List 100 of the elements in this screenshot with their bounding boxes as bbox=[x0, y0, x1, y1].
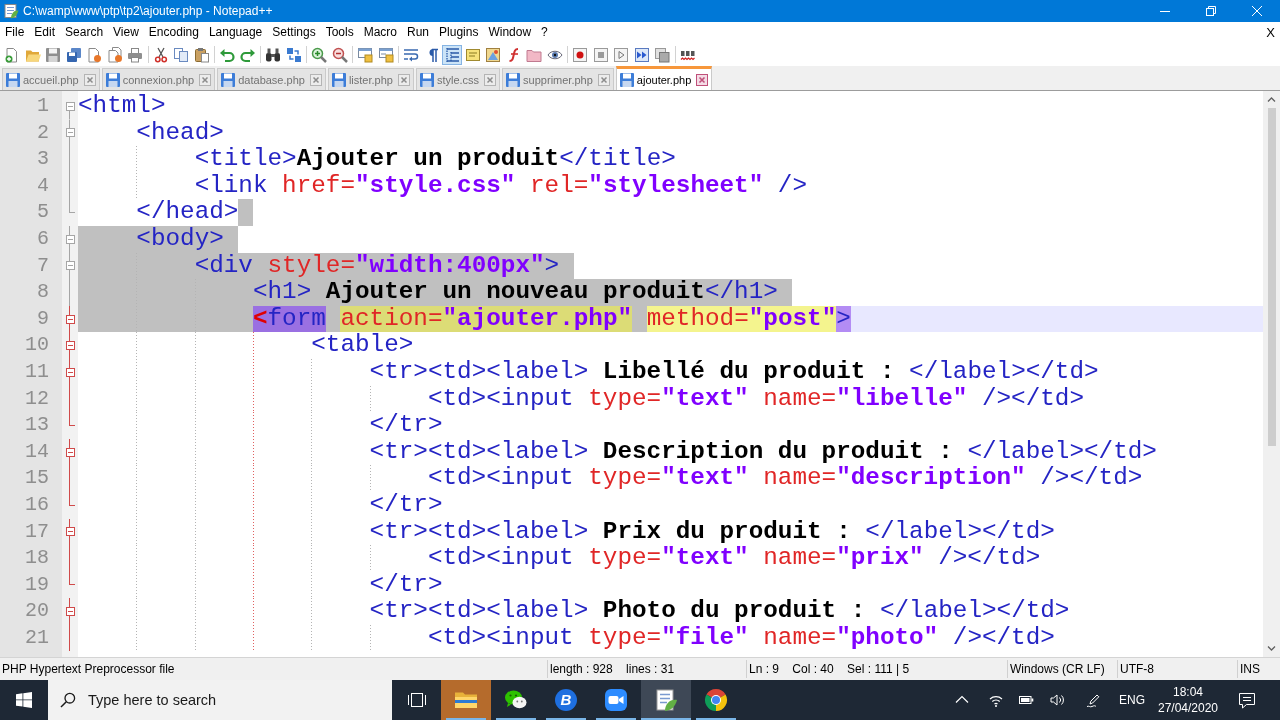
vertical-scrollbar[interactable] bbox=[1263, 91, 1280, 657]
line-number: 21 bbox=[25, 625, 49, 649]
menu-item[interactable]: Tools bbox=[320, 24, 359, 41]
line-number: 6 bbox=[37, 226, 49, 250]
menu-item[interactable]: Macro bbox=[358, 24, 402, 41]
line-number: 10 bbox=[25, 333, 49, 357]
caret-position-label: Ln : 9 Col : 40 Sel : 111 | 5 bbox=[749, 662, 910, 676]
fold-minus-icon[interactable] bbox=[65, 101, 75, 111]
line-number: 3 bbox=[37, 147, 49, 171]
line-number: 4 bbox=[37, 173, 49, 197]
tab[interactable]: database.php bbox=[217, 68, 326, 90]
clock-date[interactable]: 27/04/2020 bbox=[1157, 700, 1219, 716]
menu-item[interactable]: Run bbox=[402, 24, 435, 41]
code-line: <head> bbox=[135, 119, 224, 147]
letter-logo: B bbox=[555, 689, 577, 711]
code-line: <title>Ajouter un produit</title> bbox=[78, 146, 676, 173]
window-title: C:\wamp\www\ptp\tp2\ajouter.php - Notepad++ bbox=[23, 4, 274, 18]
notification-icon[interactable] bbox=[1238, 691, 1256, 709]
fold-minus-icon[interactable] bbox=[65, 341, 75, 351]
fold-minus-icon[interactable] bbox=[65, 527, 75, 537]
windows-logo-icon[interactable] bbox=[16, 692, 32, 708]
menu-item[interactable]: Language bbox=[203, 24, 268, 41]
indent-guide-icon[interactable] bbox=[442, 44, 463, 65]
line-number: 2 bbox=[37, 120, 49, 144]
code-line: </tr> bbox=[78, 491, 443, 519]
line-number: 8 bbox=[37, 280, 49, 304]
clock-time[interactable]: 18:04 bbox=[1173, 684, 1203, 700]
tab[interactable]: connexion.php bbox=[101, 68, 216, 90]
taskbar-button[interactable] bbox=[641, 680, 691, 720]
line-number: 11 bbox=[25, 359, 49, 383]
fold-minus-icon[interactable] bbox=[65, 367, 75, 377]
code-line: <tr><td><label> Photo du produit : </label></td> bbox=[78, 598, 1070, 625]
code-line: <h1> Ajouter un nouveau produit</h1> bbox=[78, 279, 793, 306]
fold-minus-icon[interactable] bbox=[65, 607, 75, 617]
search-field[interactable]: Type here to search bbox=[48, 680, 392, 720]
tab-close-icon[interactable] bbox=[597, 73, 610, 86]
code-line: <tr><td><label> Libellé du produit : </label></td> bbox=[78, 358, 1099, 386]
menu-item[interactable]: Edit bbox=[29, 24, 61, 41]
code-line: <tr><td><label> Description du produit : </label></td> bbox=[78, 438, 1157, 466]
pen-icon[interactable] bbox=[1086, 692, 1102, 708]
menu-item[interactable]: File bbox=[0, 24, 30, 41]
fold-minus-icon[interactable] bbox=[65, 314, 75, 324]
line-number: 15 bbox=[25, 466, 49, 490]
notepad-icon bbox=[3, 3, 19, 19]
code-line: <html> bbox=[78, 93, 166, 120]
scrollbar-thumb[interactable] bbox=[1267, 108, 1276, 446]
line-number: 17 bbox=[25, 519, 49, 543]
code-line: </tr> bbox=[78, 571, 443, 599]
line-number: 1 bbox=[37, 94, 49, 117]
notepad-icon bbox=[654, 688, 678, 712]
tab[interactable]: supprimer.php bbox=[502, 68, 614, 90]
code-line: <td><input type="text" name="prix" /></td> bbox=[78, 545, 1041, 572]
tab-close-icon[interactable] bbox=[199, 73, 212, 86]
line-number: 12 bbox=[25, 386, 49, 410]
line-number: 9 bbox=[37, 306, 49, 330]
tab[interactable]: style.css bbox=[415, 68, 501, 90]
search-icon bbox=[60, 692, 76, 708]
tab-close-icon[interactable] bbox=[309, 73, 322, 86]
line-number: 7 bbox=[37, 253, 49, 277]
fold-minus-icon[interactable] bbox=[65, 261, 75, 271]
code-line: </head> bbox=[78, 199, 253, 226]
fold-minus-icon[interactable] bbox=[65, 447, 75, 457]
input-language-label[interactable]: ENG bbox=[1119, 693, 1145, 707]
line-number: 18 bbox=[25, 546, 49, 570]
encoding-label: UTF-8 bbox=[1120, 662, 1154, 676]
line-ending-label: Windows (CR LF) bbox=[1010, 662, 1105, 676]
line-number: 19 bbox=[25, 572, 49, 596]
tab-close-icon[interactable] bbox=[696, 73, 709, 86]
tab-close-icon[interactable] bbox=[484, 73, 497, 86]
line-number: 20 bbox=[25, 599, 49, 623]
line-number: 13 bbox=[25, 413, 49, 437]
menu-item[interactable]: Settings bbox=[267, 24, 321, 41]
browser-icon bbox=[704, 688, 728, 712]
code-line: </tr> bbox=[78, 412, 443, 439]
menu-item[interactable]: Search bbox=[60, 24, 109, 41]
code-line: <form action="ajouter.php" method="post"> bbox=[78, 305, 851, 333]
line-number: 14 bbox=[25, 439, 49, 463]
close-icon bbox=[1252, 6, 1262, 16]
speaker-icon[interactable] bbox=[1049, 692, 1065, 708]
task-view-icon[interactable] bbox=[406, 692, 427, 708]
code-line: <tr><td><label> Prix du produit : </label></td> bbox=[78, 518, 1055, 546]
tab[interactable]: ajouter.php bbox=[615, 66, 713, 90]
tab-close-icon[interactable] bbox=[83, 73, 96, 86]
tab-close-icon[interactable] bbox=[397, 73, 410, 86]
menu-item[interactable]: Plugins bbox=[434, 24, 484, 41]
tab[interactable]: accueil.php bbox=[2, 68, 100, 90]
fold-minus-icon[interactable] bbox=[65, 234, 75, 244]
document-length-label: length : 928 lines : 31 bbox=[550, 662, 675, 676]
tab[interactable]: lister.php bbox=[327, 68, 414, 90]
code-line: <td><input type="text" name="description" /></td> bbox=[78, 465, 1143, 492]
menu-item[interactable]: View bbox=[108, 24, 144, 41]
code-line: <td><input type="file" name="photo" /></td> bbox=[78, 624, 1055, 652]
menu-item[interactable]: ? bbox=[536, 24, 553, 41]
menu-item[interactable]: Encoding bbox=[143, 24, 204, 41]
insert-mode-label: INS bbox=[1240, 662, 1260, 676]
restore-icon bbox=[1206, 6, 1216, 16]
menu-item[interactable]: Window bbox=[483, 24, 537, 41]
fold-minus-icon[interactable] bbox=[65, 128, 75, 138]
code-line: <table> bbox=[78, 332, 414, 359]
close-document-button[interactable]: X bbox=[1263, 25, 1278, 40]
